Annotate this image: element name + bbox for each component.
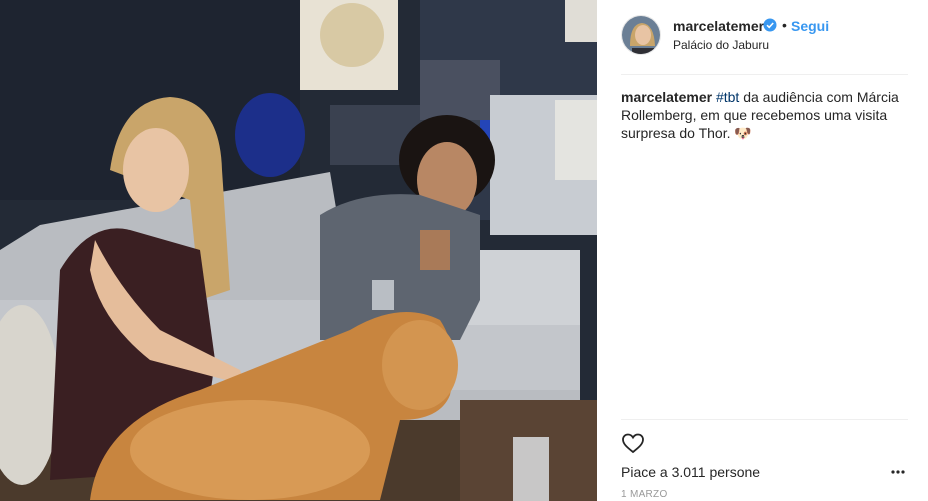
heart-icon[interactable]: [621, 431, 645, 455]
username-link[interactable]: marcelatemer: [673, 18, 764, 34]
location-link[interactable]: Palácio do Jaburu: [673, 38, 769, 52]
likes-count[interactable]: Piace a 3.011 persone: [621, 464, 760, 480]
divider: [621, 419, 908, 420]
post-date[interactable]: 1 MARZO: [621, 489, 668, 500]
more-options-icon[interactable]: [890, 464, 906, 480]
post-photo[interactable]: [0, 0, 597, 501]
post-caption: marcelatemer #tbt da audiência com Márci…: [621, 88, 911, 142]
verified-badge-icon: [763, 18, 777, 32]
separator-dot: •: [782, 17, 787, 33]
hashtag-link[interactable]: #tbt: [716, 89, 739, 105]
post-header: marcelatemer • Segui Palácio do Jaburu: [621, 15, 911, 55]
avatar[interactable]: [621, 15, 661, 55]
divider: [621, 74, 908, 75]
post-side-panel: marcelatemer • Segui Palácio do Jaburu m…: [597, 0, 928, 501]
follow-button[interactable]: Segui: [791, 18, 829, 34]
caption-username-link[interactable]: marcelatemer: [621, 89, 712, 105]
